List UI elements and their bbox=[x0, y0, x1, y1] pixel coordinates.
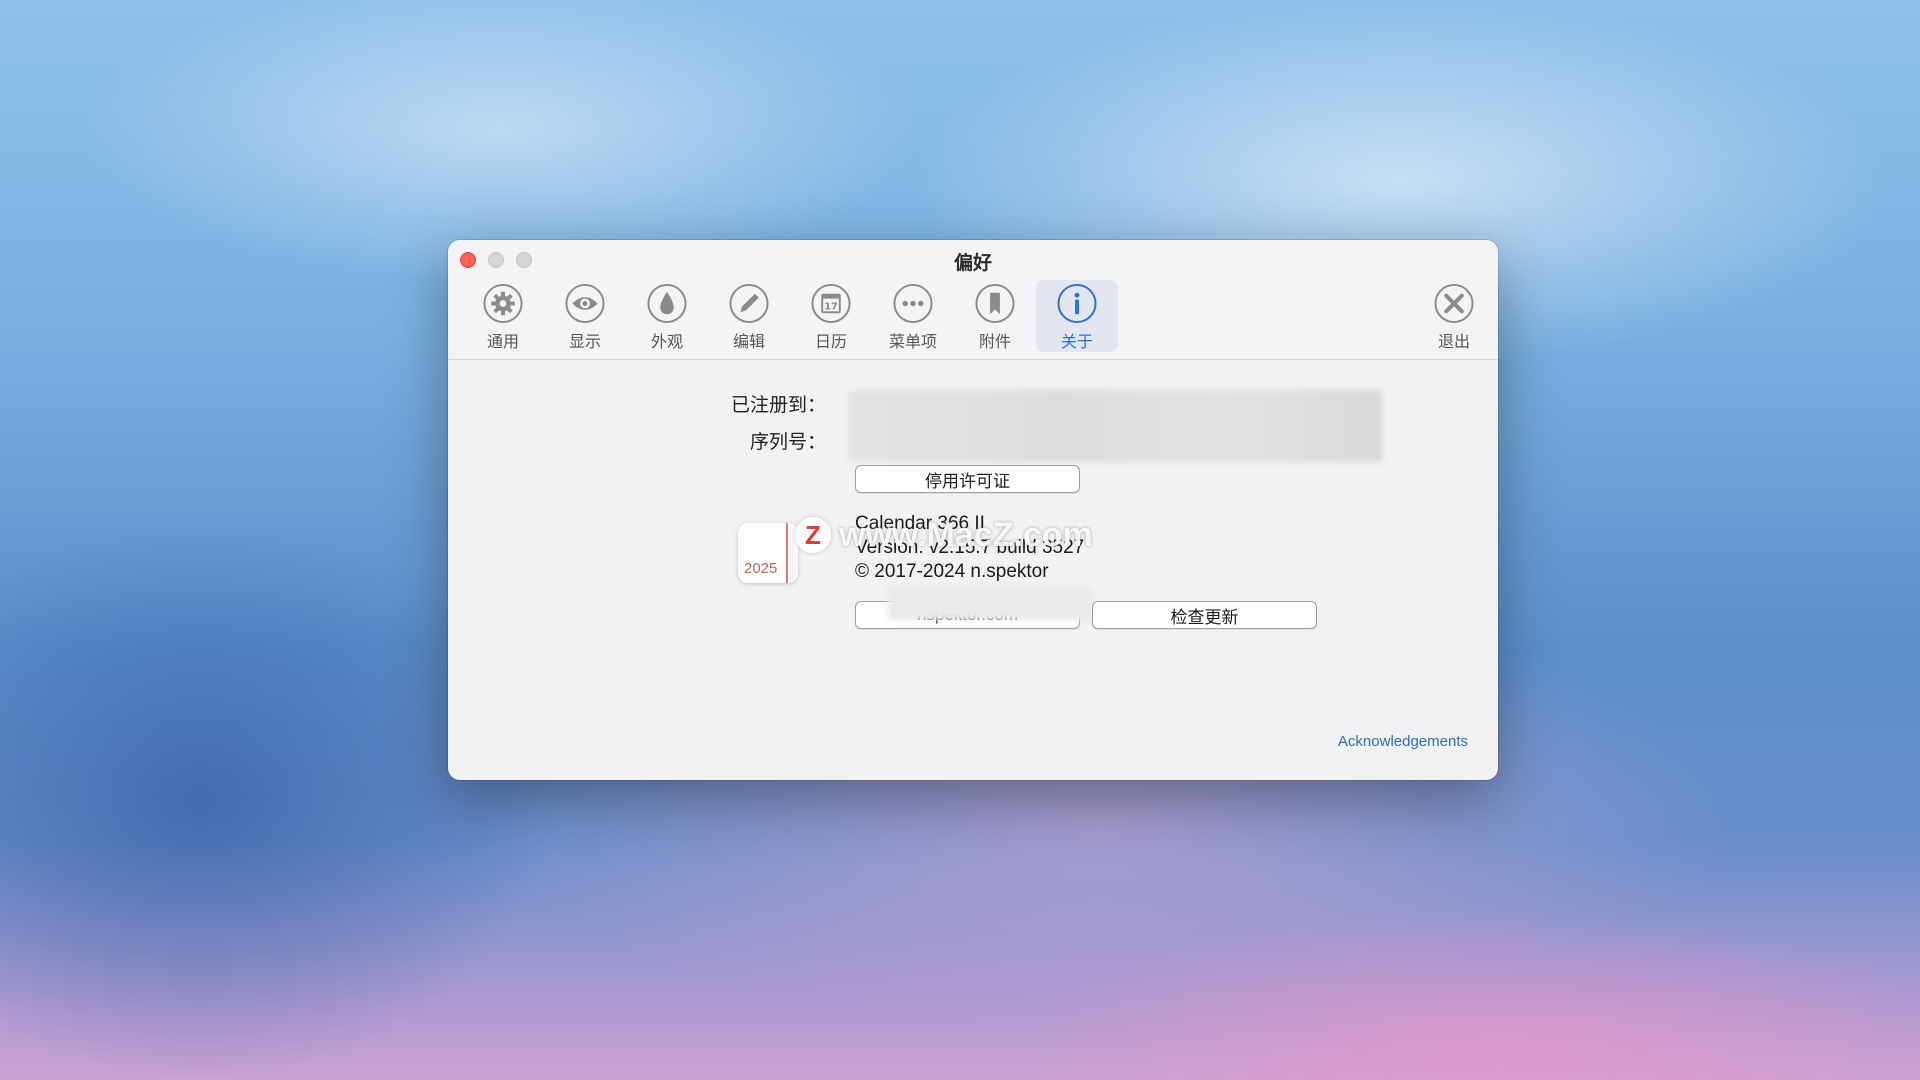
tab-general[interactable]: 通用 bbox=[462, 280, 544, 352]
preferences-window: 偏好 通用 显示 外观 编辑 17 日历 菜单项 附件 关于 退出 已注册到： … bbox=[448, 240, 1498, 780]
quit-button[interactable]: 退出 bbox=[1424, 280, 1484, 352]
tab-editing[interactable]: 编辑 bbox=[708, 280, 790, 352]
bookmark-icon bbox=[975, 283, 1015, 324]
tab-menu-items[interactable]: 菜单项 bbox=[872, 280, 954, 352]
tab-appearance[interactable]: 外观 bbox=[626, 280, 708, 352]
tab-editing-label: 编辑 bbox=[732, 334, 765, 351]
watermark-text: www.MacZ.com bbox=[839, 515, 1093, 554]
watermark: Z www.MacZ.com bbox=[795, 515, 1093, 555]
svg-text:17: 17 bbox=[824, 301, 838, 312]
pencil-icon bbox=[729, 283, 769, 324]
tab-display[interactable]: 显示 bbox=[544, 280, 626, 352]
calendar-icon: 17 bbox=[811, 283, 851, 324]
redacted-license-info bbox=[848, 390, 1383, 462]
tab-calendar[interactable]: 17 日历 bbox=[790, 280, 872, 352]
tab-attachments[interactable]: 附件 bbox=[954, 280, 1036, 352]
redacted-website-overlay bbox=[888, 586, 1093, 620]
close-circle-icon bbox=[1434, 283, 1474, 324]
preferences-toolbar: 通用 显示 外观 编辑 17 日历 菜单项 附件 关于 退出 bbox=[462, 280, 1484, 352]
tab-attachments-label: 附件 bbox=[978, 334, 1011, 351]
app-copyright: © 2017-2024 n.spektor bbox=[855, 561, 1049, 582]
tab-calendar-label: 日历 bbox=[814, 334, 847, 351]
title-bar: 偏好 通用 显示 外观 编辑 17 日历 菜单项 附件 关于 退出 bbox=[448, 240, 1498, 360]
about-pane: 已注册到： 序列号： 停用许可证 2025 Calendar 366 II Ve… bbox=[448, 360, 1498, 780]
watermark-logo: Z bbox=[795, 517, 831, 553]
tab-appearance-label: 外观 bbox=[650, 334, 683, 351]
tab-about[interactable]: 关于 bbox=[1036, 280, 1118, 352]
tab-menu-items-label: 菜单项 bbox=[888, 334, 937, 351]
window-title: 偏好 bbox=[953, 253, 992, 274]
eye-icon bbox=[565, 283, 605, 324]
info-icon bbox=[1057, 283, 1097, 324]
ellipsis-icon bbox=[893, 283, 933, 324]
tab-display-label: 显示 bbox=[568, 334, 601, 351]
drop-icon bbox=[647, 283, 687, 324]
acknowledgements-link[interactable]: Acknowledgements bbox=[1338, 733, 1468, 750]
deactivate-license-button[interactable]: 停用许可证 bbox=[855, 465, 1080, 493]
tab-about-label: 关于 bbox=[1060, 334, 1093, 351]
quit-label: 退出 bbox=[1437, 334, 1470, 351]
check-for-updates-button[interactable]: 检查更新 bbox=[1092, 601, 1317, 629]
app-icon: 2025 bbox=[738, 523, 798, 583]
gear-icon bbox=[483, 283, 523, 324]
app-icon-year: 2025 bbox=[744, 560, 778, 577]
registered-to-label: 已注册到： bbox=[730, 395, 826, 416]
serial-number-label: 序列号： bbox=[749, 432, 826, 453]
tab-general-label: 通用 bbox=[486, 334, 519, 351]
